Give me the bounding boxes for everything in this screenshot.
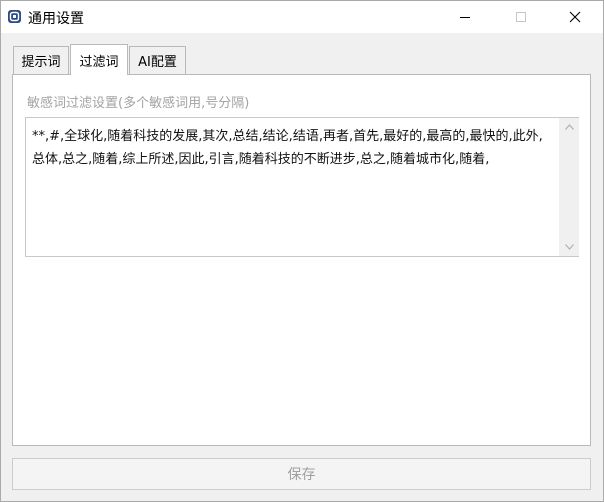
tab-label: 过滤词 [79, 54, 119, 70]
minimize-icon [460, 17, 470, 18]
tab-prompt-words[interactable]: 提示词 [13, 46, 69, 74]
window-title: 通用设置 [28, 11, 84, 27]
tab-label: AI配置 [138, 55, 177, 70]
scroll-down-button[interactable] [559, 238, 579, 256]
chevron-up-icon [564, 124, 574, 130]
scroll-up-button[interactable] [559, 118, 579, 136]
tab-ai-config[interactable]: AI配置 [129, 46, 186, 74]
chevron-down-icon [564, 244, 574, 250]
settings-window: 通用设置 提示词 过滤词 AI配置 敏感词过滤设置(多个敏感词用,号分隔) **… [0, 0, 604, 502]
filter-tab-panel: 敏感词过滤设置(多个敏感词用,号分隔) **,#,全球化,随着科技的发展,其次,… [12, 74, 591, 446]
close-button[interactable] [547, 1, 603, 33]
app-icon [8, 10, 21, 23]
close-icon [569, 11, 581, 23]
vertical-scrollbar[interactable] [559, 118, 579, 256]
sensitive-words-value[interactable]: **,#,全球化,随着科技的发展,其次,总结,结论,结语,再者,首先,最好的,最… [32, 125, 552, 171]
sensitive-words-textarea[interactable]: **,#,全球化,随着科技的发展,其次,总结,结论,结语,再者,首先,最好的,最… [25, 117, 579, 257]
section-label: 敏感词过滤设置(多个敏感词用,号分隔) [27, 96, 250, 111]
minimize-button[interactable] [437, 1, 493, 33]
maximize-button[interactable] [493, 1, 549, 33]
maximize-icon [516, 12, 526, 22]
save-button[interactable]: 保存 [12, 458, 591, 490]
tab-label: 提示词 [21, 55, 61, 70]
save-button-label: 保存 [287, 467, 316, 483]
tab-filter-words[interactable]: 过滤词 [70, 44, 128, 75]
title-bar[interactable]: 通用设置 [1, 1, 603, 33]
